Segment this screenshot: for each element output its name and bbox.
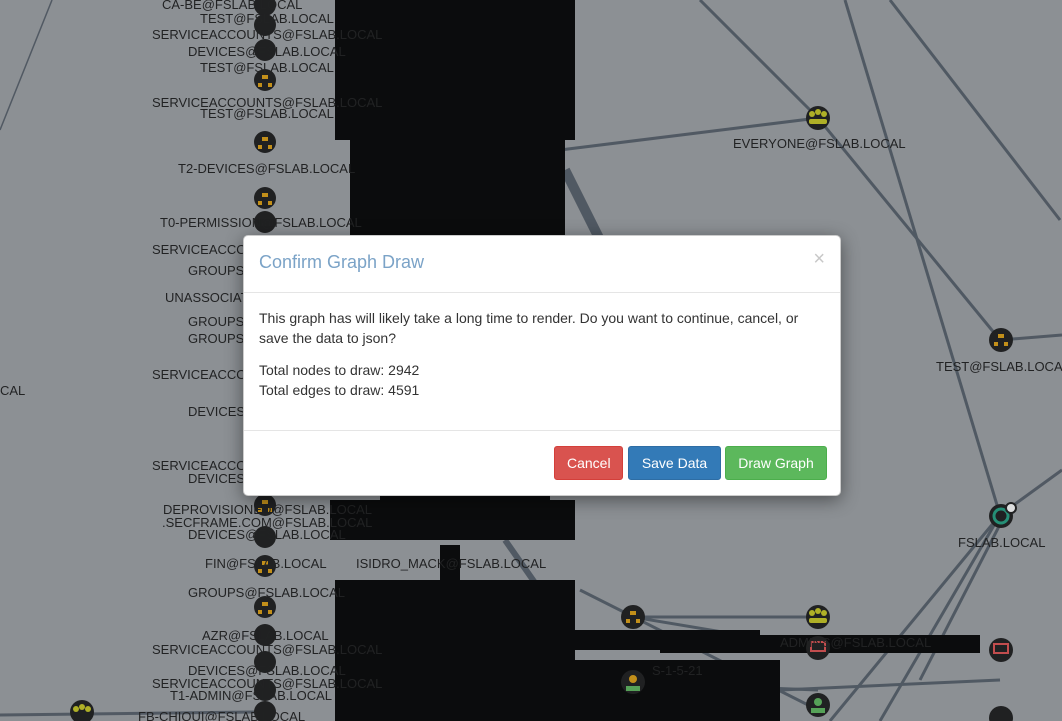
confirm-graph-draw-dialog: Confirm Graph Draw × This graph has will… <box>243 235 841 496</box>
cancel-button[interactable]: Cancel <box>554 446 623 480</box>
draw-graph-button[interactable]: Draw Graph <box>725 446 827 480</box>
save-data-button[interactable]: Save Data <box>628 446 721 480</box>
total-nodes-text: Total nodes to draw: 2942 <box>259 362 420 378</box>
modal-message: This graph has will likely take a long t… <box>259 310 799 346</box>
modal-body: This graph has will likely take a long t… <box>244 293 840 400</box>
modal-title: Confirm Graph Draw <box>259 252 425 272</box>
modal-footer: Cancel Save Data Draw Graph <box>244 430 840 495</box>
close-icon[interactable]: × <box>813 248 825 271</box>
modal-header: Confirm Graph Draw × <box>244 236 840 293</box>
total-edges-text: Total edges to draw: 4591 <box>259 382 420 398</box>
